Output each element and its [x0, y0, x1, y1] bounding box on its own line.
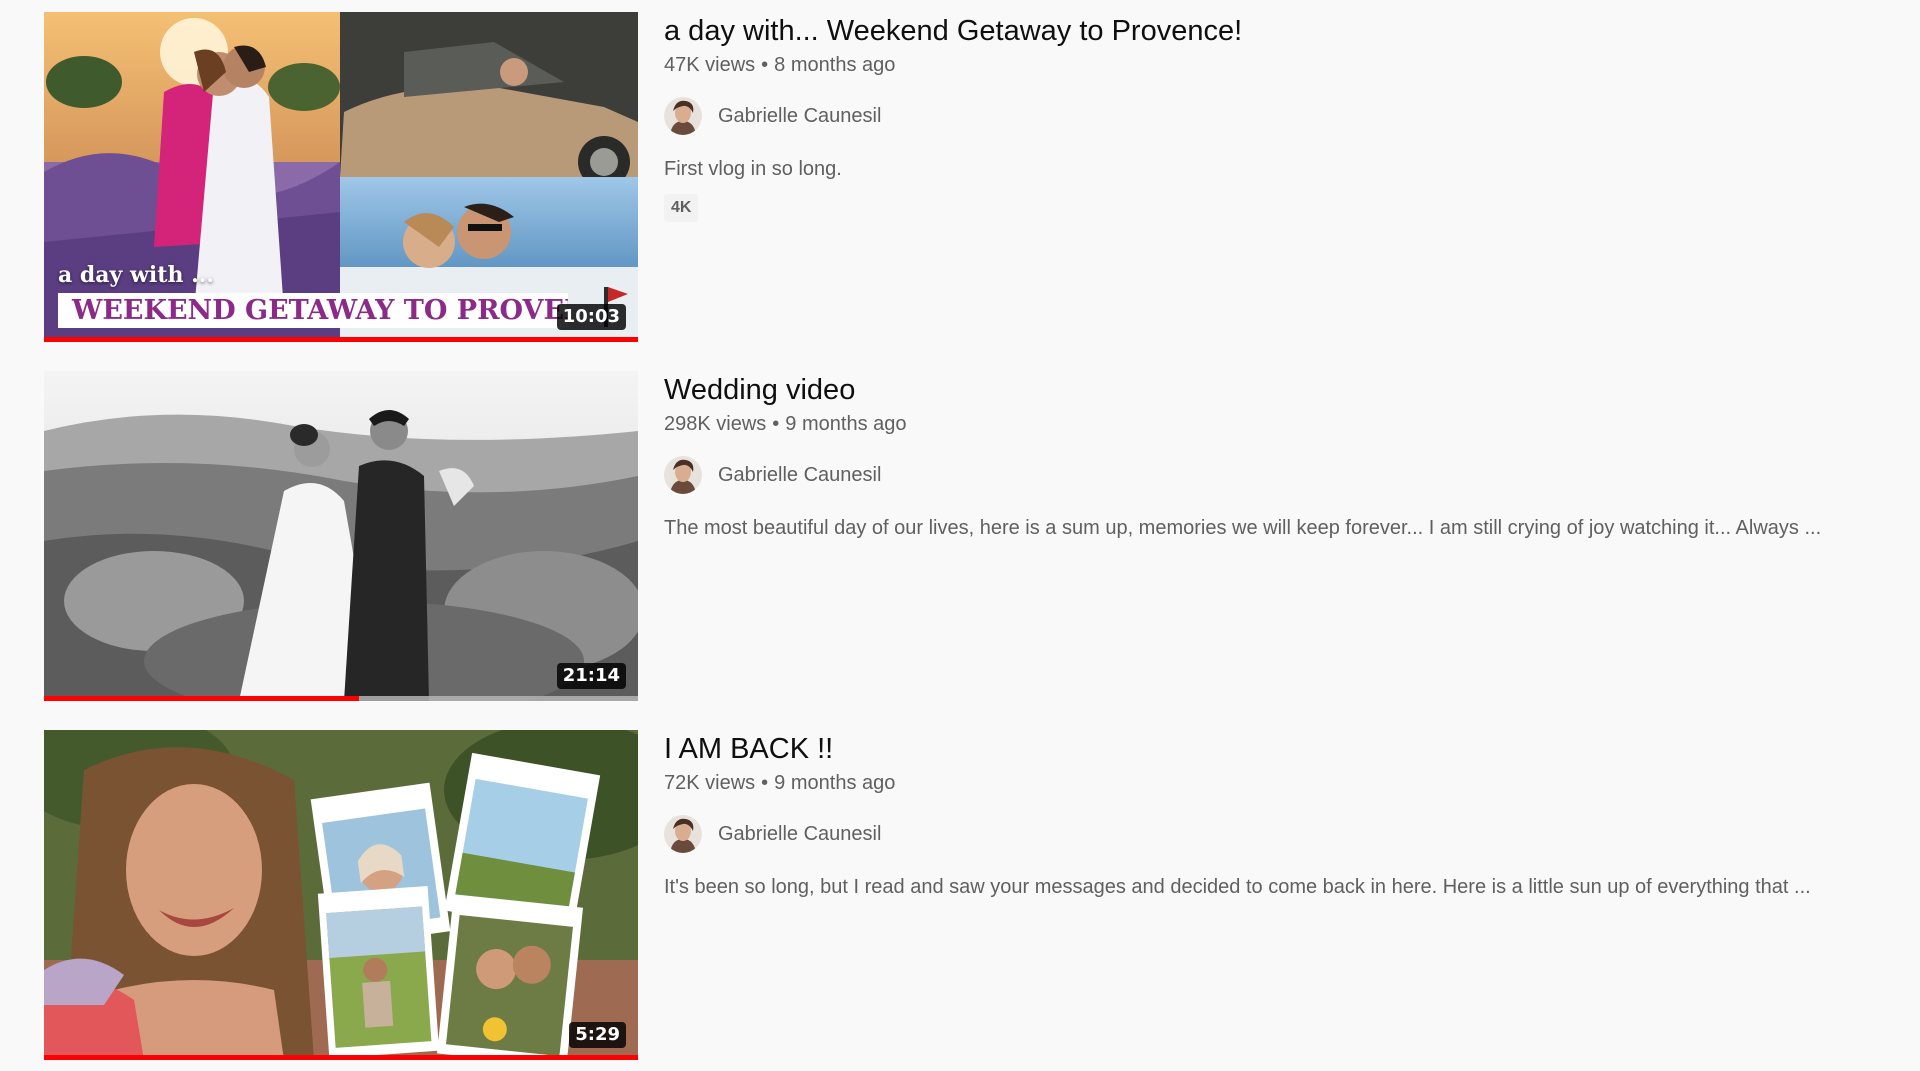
watch-progress-fill [44, 337, 638, 342]
separator-dot: • [772, 413, 780, 435]
video-title-link[interactable]: Wedding video [664, 371, 1864, 409]
channel-link[interactable]: Gabrielle Caunesil [664, 96, 1864, 136]
video-result-row: 21:14 Wedding video 298K views • 9 months … [44, 371, 1874, 701]
channel-name[interactable]: Gabrielle Caunesil [718, 105, 881, 128]
channel-name[interactable]: Gabrielle Caunesil [718, 464, 881, 487]
view-count: 72K views [664, 772, 756, 794]
video-meta: a day with... Weekend Getaway to Provenc… [664, 12, 1864, 222]
video-result-row: 5:29 I AM BACK !! 72K views • 9 months ago [44, 730, 1874, 1060]
thumbnail-overlay-text: a day with ... [58, 262, 215, 288]
video-stats: 298K views • 9 months ago [664, 411, 1864, 437]
video-results-list: a day with ... WEEKEND GETAWAY TO PROVEN… [44, 12, 1874, 1060]
video-result-row: a day with ... WEEKEND GETAWAY TO PROVEN… [44, 12, 1874, 342]
channel-avatar[interactable] [664, 815, 702, 853]
video-meta: I AM BACK !! 72K views • 9 months ago Gabr… [664, 730, 1864, 902]
separator-dot: • [761, 772, 769, 794]
video-thumbnail[interactable]: 21:14 [44, 371, 638, 701]
video-stats: 47K views • 8 months ago [664, 52, 1864, 78]
video-description: The most beautiful day of our lives, her… [664, 517, 1822, 539]
video-description: First vlog in so long. [664, 158, 842, 180]
video-stats: 72K views • 9 months ago [664, 770, 1864, 796]
view-count: 47K views [664, 54, 756, 76]
duration-badge: 5:29 [569, 1022, 626, 1048]
watch-progress-fill [44, 1055, 638, 1060]
duration-badge: 21:14 [556, 663, 626, 689]
watch-progress-bar [44, 696, 638, 701]
upload-age: 8 months ago [774, 54, 896, 76]
channel-avatar[interactable] [664, 97, 702, 135]
video-title-link[interactable]: I AM BACK !! [664, 730, 1864, 768]
upload-age: 9 months ago [785, 413, 907, 435]
channel-name[interactable]: Gabrielle Caunesil [718, 823, 881, 846]
thumbnail-image [44, 730, 638, 1060]
video-description: It's been so long, but I read and saw yo… [664, 876, 1811, 898]
video-thumbnail[interactable]: a day with ... WEEKEND GETAWAY TO PROVEN… [44, 12, 638, 342]
watch-progress-bar [44, 1055, 638, 1060]
quality-badge: 4K [664, 194, 699, 222]
video-title-link[interactable]: a day with... Weekend Getaway to Provenc… [664, 12, 1864, 50]
thumbnail-image [44, 371, 638, 701]
channel-link[interactable]: Gabrielle Caunesil [664, 814, 1864, 854]
view-count: 298K views [664, 413, 767, 435]
video-thumbnail[interactable]: 5:29 [44, 730, 638, 1060]
watch-progress-bar [44, 337, 638, 342]
upload-age: 9 months ago [774, 772, 896, 794]
channel-avatar[interactable] [664, 456, 702, 494]
video-meta: Wedding video 298K views • 9 months ago Ga… [664, 371, 1864, 543]
duration-badge: 10:03 [556, 304, 626, 330]
channel-link[interactable]: Gabrielle Caunesil [664, 455, 1864, 495]
watch-progress-fill [44, 696, 359, 701]
thumbnail-overlay-title: WEEKEND GETAWAY TO PROVENCE [58, 293, 568, 328]
separator-dot: • [761, 54, 769, 76]
